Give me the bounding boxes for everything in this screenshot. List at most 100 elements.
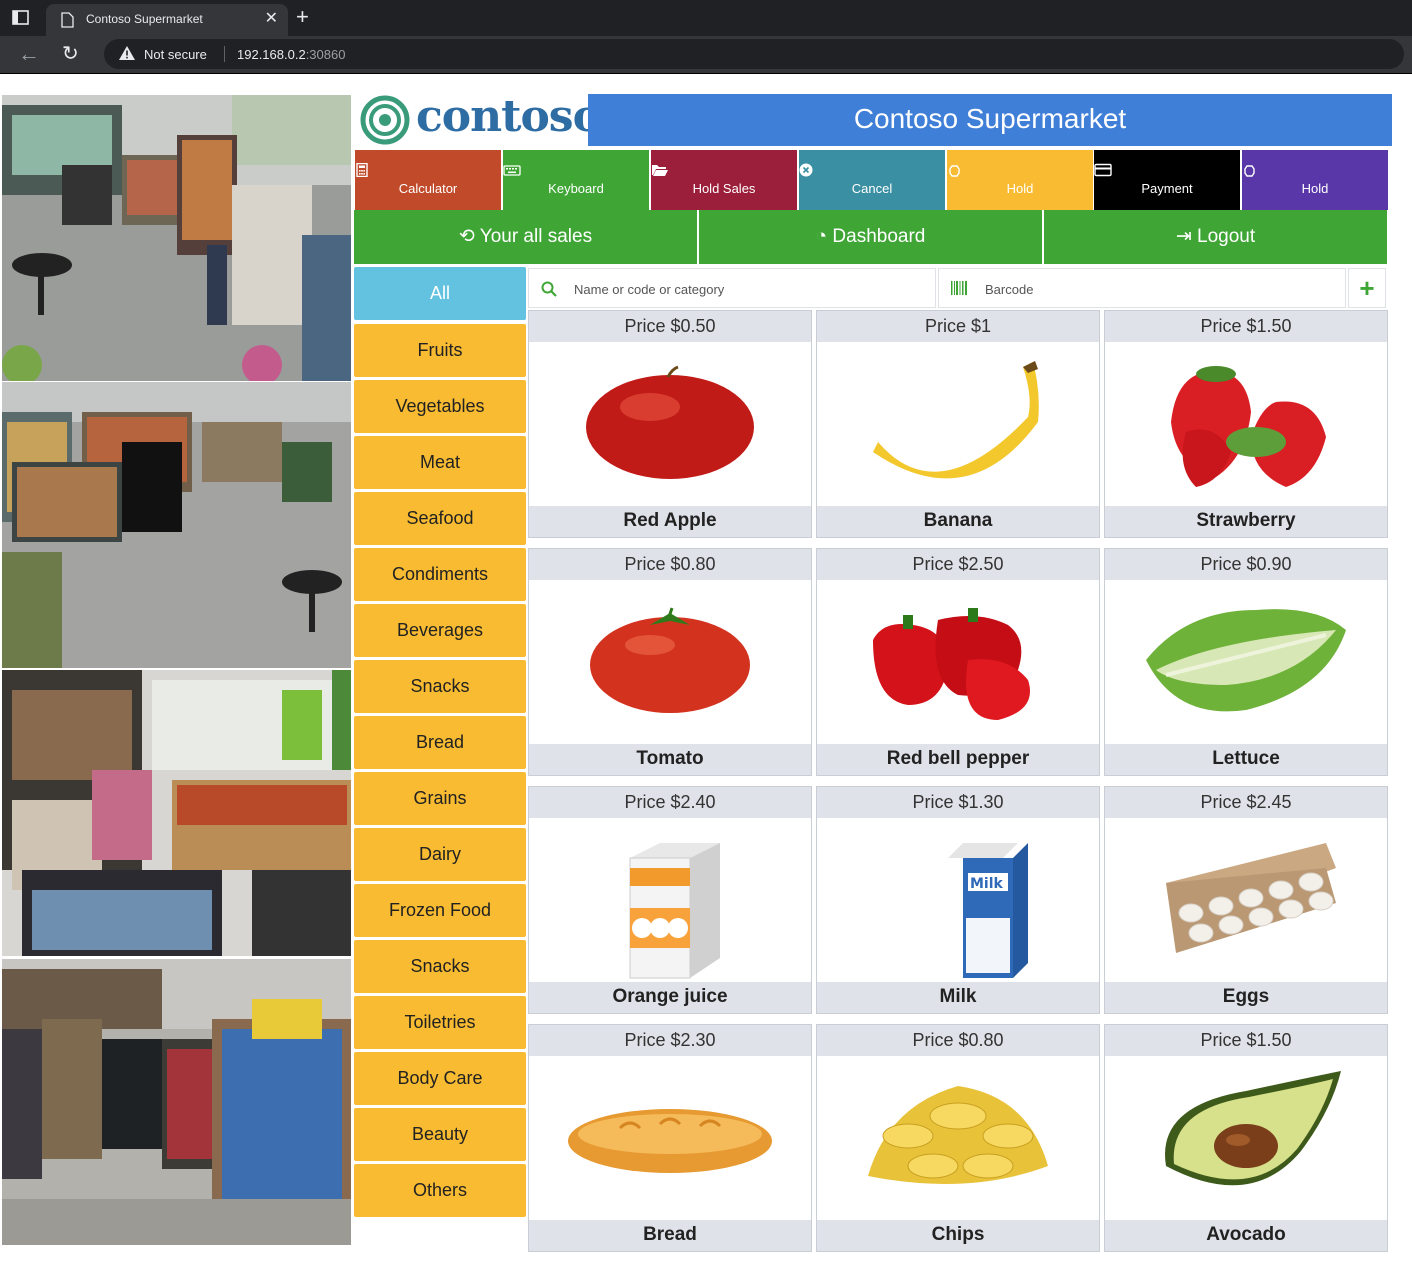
product-card-lettuce[interactable]: Price $0.90 Lettuce [1104,548,1388,776]
nav-label: Your all sales [479,226,593,247]
search-placeholder: Name or code or category [574,282,725,297]
product-price: Price $1.50 [1105,1025,1387,1056]
category-beauty[interactable]: Beauty [354,1108,526,1161]
product-name: Chips [817,1220,1099,1251]
category-others[interactable]: Others [354,1164,526,1217]
action-label: Hold [1301,181,1329,196]
category-beverages[interactable]: Beverages [354,604,526,657]
category-seafood[interactable]: Seafood [354,492,526,545]
milk-image: Milk [817,818,1099,983]
product-name: Banana [817,506,1099,537]
eggs-image [1105,818,1387,983]
payment-button[interactable]: Payment [1094,150,1240,210]
omnibox[interactable]: Not secure 192.168.0.2:30860 [104,39,1404,69]
bread-image [529,1056,811,1221]
category-snacks-2[interactable]: Snacks [354,940,526,993]
barcode-input[interactable]: Barcode [938,268,1346,308]
camera-feeds [2,95,351,1247]
product-name: Red Apple [529,506,811,537]
product-name: Red bell pepper [817,744,1099,775]
page-icon [61,12,74,28]
nav-label: Dashboard [832,226,926,247]
search-input[interactable]: Name or code or category [528,268,936,308]
product-name: Milk [817,982,1099,1013]
product-card-avocado[interactable]: Price $1.50 Avocado [1104,1024,1388,1252]
barcode-icon [951,281,967,295]
sign-out-icon: ⇥ [1175,226,1192,247]
product-card-tomato[interactable]: Price $0.80 Tomato [528,548,812,776]
product-price: Price $0.80 [529,549,811,580]
add-product-button[interactable]: + [1348,268,1386,308]
hold-sales-button[interactable]: Hold Sales [651,150,797,210]
calculator-button[interactable]: Calculator [355,150,501,210]
logo-mark-icon [360,95,410,145]
hand-icon [949,165,960,177]
security-label[interactable]: Not secure [144,47,207,62]
product-price: Price $0.90 [1105,549,1387,580]
product-card-eggs[interactable]: Price $2.45 Eggs [1104,786,1388,1014]
url-host: 192.168.0.2 [237,47,306,62]
category-toiletries[interactable]: Toiletries [354,996,526,1049]
nav-row: ⟲ Your all sales ◔ Dashboard ⇥ Logout [354,210,1388,265]
hold-button-2[interactable]: Hold [1242,150,1388,210]
keyboard-button[interactable]: Keyboard [503,150,649,210]
dashboard-button[interactable]: ◔ Dashboard [699,210,1042,264]
product-price: Price $1.30 [817,787,1099,818]
tab-title: Contoso Supermarket [86,12,203,26]
product-card-orange-juice[interactable]: Price $2.40 Orange juice [528,786,812,1014]
action-label: Payment [1141,181,1193,196]
chips-image [817,1056,1099,1221]
product-card-strawberry[interactable]: Price $1.50 Strawberry [1104,310,1388,538]
product-card-bread[interactable]: Price $2.30 Bread [528,1024,812,1252]
product-price: Price $2.40 [529,787,811,818]
category-grains[interactable]: Grains [354,772,526,825]
category-fruits[interactable]: Fruits [354,324,526,377]
logout-button[interactable]: ⇥ Logout [1044,210,1387,264]
product-card-red-apple[interactable]: Price $0.50 Red Apple [528,310,812,538]
product-card-red-bell-pepper[interactable]: Price $2.50 Red bell pepper [816,548,1100,776]
product-card-chips[interactable]: Price $0.80 Chips [816,1024,1100,1252]
history-icon: ⟲ [458,226,475,247]
browser-tab[interactable]: Contoso Supermarket ✕ [46,4,288,36]
category-vegetables[interactable]: Vegetables [354,380,526,433]
browser-tab-strip: Contoso Supermarket ✕ + [0,0,1412,36]
category-bread[interactable]: Bread [354,716,526,769]
pos-page: contoso Contoso Supermarket Calculator K… [0,75,1412,1283]
logo-text: contoso [416,91,602,142]
action-label: Hold Sales [692,181,756,196]
cancel-button[interactable]: Cancel [799,150,945,210]
product-price: Price $1 [817,311,1099,342]
category-body-care[interactable]: Body Care [354,1052,526,1105]
tab-close-icon[interactable]: ✕ [265,10,278,28]
your-all-sales-button[interactable]: ⟲ Your all sales [354,210,697,264]
category-all[interactable]: All [354,267,526,320]
category-frozen-food[interactable]: Frozen Food [354,884,526,937]
avocado-image [1105,1056,1387,1221]
product-card-banana[interactable]: Price $1 Banana [816,310,1100,538]
action-label: Cancel [851,181,893,196]
url-text[interactable]: 192.168.0.2:30860 [237,47,345,62]
action-toolbar: Calculator Keyboard Hold Sales Cancel Ho… [354,150,1388,211]
product-name: Tomato [529,744,811,775]
category-snacks[interactable]: Snacks [354,660,526,713]
strawberry-image [1105,342,1387,507]
product-price: Price $0.80 [817,1025,1099,1056]
product-price: Price $2.50 [817,549,1099,580]
new-tab-icon[interactable]: + [296,6,309,28]
back-icon[interactable]: ← [18,42,40,66]
action-label: Keyboard [548,181,604,196]
product-name: Bread [529,1220,811,1251]
keyboard-icon [503,165,521,176]
category-condiments[interactable]: Condiments [354,548,526,601]
category-dairy[interactable]: Dairy [354,828,526,881]
action-label: Hold [1006,181,1034,196]
hold-button[interactable]: Hold [947,150,1093,210]
category-meat[interactable]: Meat [354,436,526,489]
product-price: Price $2.45 [1105,787,1387,818]
bell-pepper-image [817,580,1099,745]
search-icon [541,281,557,297]
warning-icon[interactable] [118,45,136,61]
reload-icon[interactable]: ↻ [62,42,79,66]
window-menu-icon[interactable] [10,8,32,28]
product-card-milk[interactable]: Price $1.30 Milk Milk [816,786,1100,1014]
